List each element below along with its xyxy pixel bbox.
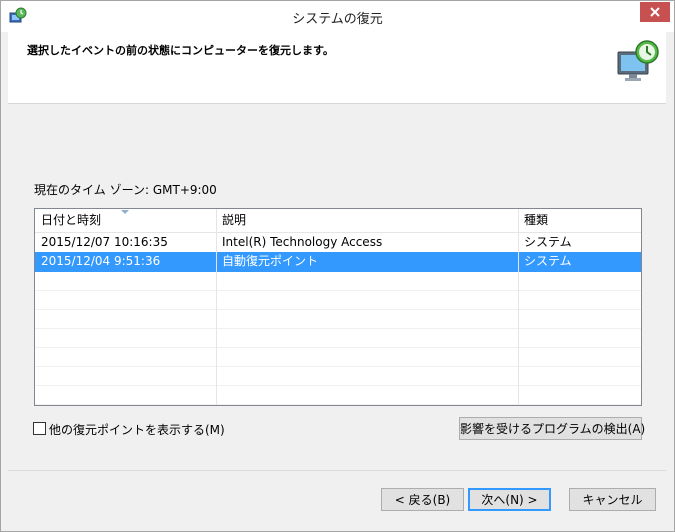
back-button[interactable]: < 戻る(B) bbox=[381, 488, 464, 511]
empty-row bbox=[35, 366, 641, 386]
empty-row bbox=[35, 290, 641, 310]
empty-row bbox=[35, 385, 641, 405]
restore-computer-icon bbox=[617, 40, 659, 81]
window-title: システムの復元 bbox=[292, 12, 383, 27]
empty-row bbox=[35, 271, 641, 291]
column-separator[interactable] bbox=[216, 209, 217, 405]
system-restore-window: システムの復元 選択したイベントの前の状態にコンピューターを復元します。 現在の… bbox=[0, 0, 675, 532]
detect-affected-programs-button[interactable]: 影響を受けるプログラムの検出(A) bbox=[459, 417, 645, 440]
show-more-label[interactable]: 他の復元ポイントを表示する(M) bbox=[49, 421, 225, 438]
empty-row bbox=[35, 309, 641, 329]
header-panel: 選択したイベントの前の状態にコンピューターを復元します。 bbox=[8, 32, 666, 104]
row-description: Intel(R) Technology Access bbox=[222, 235, 383, 249]
row-description: 自動復元ポイント bbox=[222, 254, 319, 268]
show-more-checkbox[interactable] bbox=[33, 422, 46, 435]
footer-divider bbox=[8, 470, 666, 471]
close-icon bbox=[650, 7, 660, 17]
table-row[interactable]: 2015/12/07 10:16:35 Intel(R) Technology … bbox=[35, 233, 641, 253]
list-header: 日付と時刻 説明 種類 bbox=[35, 209, 641, 233]
next-button[interactable]: 次へ(N) > bbox=[468, 488, 551, 511]
row-date: 2015/12/04 9:51:36 bbox=[41, 254, 161, 268]
empty-row bbox=[35, 347, 641, 367]
timezone-label: 現在のタイム ゾーン: GMT+9:00 bbox=[34, 183, 217, 197]
empty-row bbox=[35, 328, 641, 348]
sort-arrow-icon bbox=[121, 210, 129, 214]
cancel-button[interactable]: キャンセル bbox=[569, 488, 656, 511]
row-type: システム bbox=[524, 235, 572, 249]
title-bar[interactable]: システムの復元 bbox=[1, 1, 674, 32]
column-header-description[interactable]: 説明 bbox=[222, 209, 517, 232]
row-type: システム bbox=[524, 254, 572, 268]
restore-point-list[interactable]: 日付と時刻 説明 種類 2015/12/07 10:16:35 Intel(R)… bbox=[34, 208, 642, 406]
column-separator[interactable] bbox=[518, 209, 519, 405]
row-date: 2015/12/07 10:16:35 bbox=[41, 235, 168, 249]
header-instruction: 選択したイベントの前の状態にコンピューターを復元します。 bbox=[27, 44, 334, 57]
table-row-selected[interactable]: 2015/12/04 9:51:36 自動復元ポイント システム bbox=[35, 252, 641, 272]
column-header-type[interactable]: 種類 bbox=[524, 209, 634, 232]
close-button[interactable] bbox=[640, 2, 670, 22]
